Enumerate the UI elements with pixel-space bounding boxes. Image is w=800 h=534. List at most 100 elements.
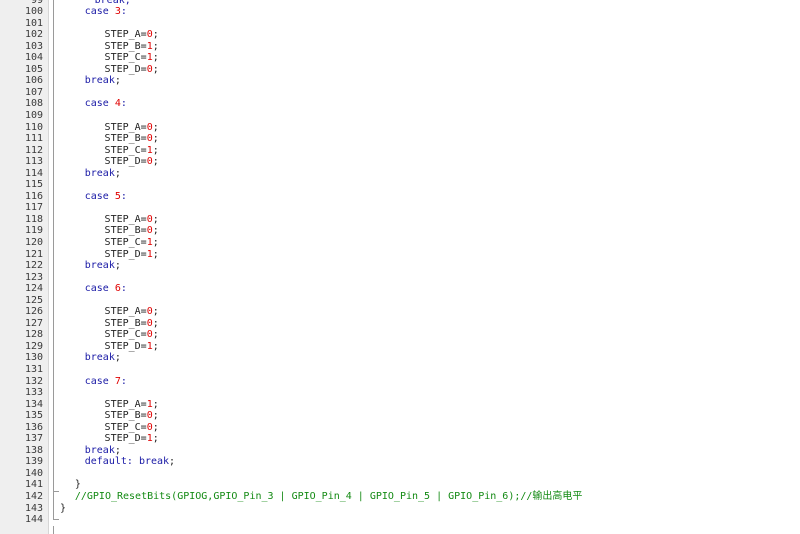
- fold-end-marker: [53, 491, 59, 492]
- code-line[interactable]: 130 break;: [0, 352, 800, 364]
- keyword-token: :: [120, 283, 127, 295]
- code-line[interactable]: 141}: [0, 479, 800, 491]
- code-text: STEP_C=1;: [105, 52, 159, 64]
- code-token: ;: [152, 317, 159, 329]
- code-token: STEP_C=: [104, 329, 147, 341]
- line-number: 116: [24, 190, 43, 202]
- code-line[interactable]: 137 STEP_D=1;: [0, 433, 800, 445]
- code-text: STEP_A=0;: [105, 306, 159, 318]
- fold-guide-line: [53, 0, 54, 520]
- code-text: STEP_C=1;: [105, 237, 159, 249]
- code-line[interactable]: 112 STEP_C=1;: [0, 145, 800, 157]
- code-token: STEP_C=: [104, 421, 147, 433]
- code-text: }: [60, 503, 66, 515]
- code-line[interactable]: 122 break;: [0, 260, 800, 272]
- code-line[interactable]: 129 STEP_D=1;: [0, 341, 800, 353]
- code-token: STEP_A=: [104, 213, 147, 225]
- code-line[interactable]: 120 STEP_C=1;: [0, 237, 800, 249]
- code-token: ;: [152, 133, 159, 145]
- line-number: 109: [24, 109, 43, 121]
- line-number: 111: [24, 133, 43, 145]
- code-line[interactable]: 121 STEP_D=1;: [0, 249, 800, 261]
- code-token: ;: [152, 421, 159, 433]
- keyword-token: break: [84, 444, 115, 456]
- code-line[interactable]: 124 case 6:: [0, 283, 800, 295]
- code-line[interactable]: 142 //GPIO_ResetBits(GPIOG,GPIO_Pin_3 | G…: [0, 491, 800, 503]
- code-editor[interactable]: 99 break; 100 case 3: 101 102 STEP_A=0; 103 STEP…: [0, 0, 800, 534]
- code-line[interactable]: 135 STEP_B=0;: [0, 410, 800, 422]
- code-line[interactable]: 143}: [0, 503, 800, 515]
- code-line[interactable]: 103 STEP_B=1;: [0, 41, 800, 53]
- code-token: STEP_D=: [104, 156, 147, 168]
- code-line[interactable]: 106 break;: [0, 75, 800, 87]
- code-line[interactable]: 136 STEP_C=0;: [0, 422, 800, 434]
- code-token: ;: [114, 444, 121, 456]
- code-text: STEP_C=0;: [105, 329, 159, 341]
- comment-token: //GPIO_ResetBits(GPIOG,GPIO_Pin_3 | GPIO…: [74, 491, 583, 503]
- line-number: 122: [24, 260, 43, 272]
- code-line[interactable]: 100 case 3:: [0, 6, 800, 18]
- line-number: 136: [24, 421, 43, 433]
- line-number: 101: [24, 17, 43, 29]
- code-token: STEP_C=: [104, 52, 147, 64]
- code-line[interactable]: 126 STEP_A=0;: [0, 306, 800, 318]
- code-line[interactable]: 127 STEP_B=0;: [0, 318, 800, 330]
- code-line[interactable]: 138 break;: [0, 445, 800, 457]
- code-line[interactable]: 110 STEP_A=0;: [0, 122, 800, 134]
- keyword-token: case: [84, 375, 115, 387]
- keyword-token: :: [120, 375, 127, 387]
- code-token: STEP_B=: [104, 410, 147, 422]
- code-token: ;: [152, 398, 159, 410]
- code-line[interactable]: 132 case 7:: [0, 376, 800, 388]
- code-line[interactable]: 113 STEP_D=0;: [0, 156, 800, 168]
- code-line[interactable]: 101: [0, 18, 800, 30]
- code-token: ;: [114, 75, 121, 87]
- code-line[interactable]: 118 STEP_A=0;: [0, 214, 800, 226]
- line-number: 131: [24, 364, 43, 375]
- code-text: STEP_A=1;: [105, 399, 159, 411]
- code-line[interactable]: 115: [0, 179, 800, 191]
- code-line[interactable]: 105 STEP_D=0;: [0, 64, 800, 76]
- keyword-token: case: [84, 190, 115, 202]
- code-line[interactable]: 144: [0, 514, 800, 526]
- code-line[interactable]: 109: [0, 110, 800, 122]
- line-number: 144: [24, 514, 43, 526]
- code-text: STEP_B=0;: [105, 410, 159, 422]
- line-number: 110: [24, 121, 43, 133]
- code-line[interactable]: 108 case 4:: [0, 98, 800, 110]
- line-number: 139: [24, 456, 43, 468]
- code-line[interactable]: 134 STEP_A=1;: [0, 399, 800, 411]
- code-line[interactable]: 111 STEP_B=0;: [0, 133, 800, 145]
- code-text: STEP_A=0;: [105, 29, 159, 41]
- code-line[interactable]: 140: [0, 468, 800, 480]
- line-number: 108: [24, 98, 43, 110]
- code-text: case 7:: [85, 376, 127, 388]
- line-number: 113: [24, 156, 43, 168]
- code-line[interactable]: 116 case 5:: [0, 191, 800, 203]
- code-line[interactable]: 107: [0, 87, 800, 99]
- code-line[interactable]: 102 STEP_A=0;: [0, 29, 800, 41]
- code-text: break;: [85, 75, 121, 87]
- code-token: STEP_D=: [104, 340, 147, 352]
- code-text: STEP_A=0;: [105, 214, 159, 226]
- code-line[interactable]: 139 default: break;: [0, 456, 800, 468]
- code-text: break;: [85, 260, 121, 272]
- code-line[interactable]: 133: [0, 387, 800, 399]
- line-number: 121: [24, 248, 43, 260]
- code-line[interactable]: 131: [0, 364, 800, 376]
- code-line[interactable]: 123: [0, 272, 800, 284]
- line-number: 134: [24, 398, 43, 410]
- code-line[interactable]: 114 break;: [0, 168, 800, 180]
- line-number: 114: [24, 167, 43, 179]
- code-token: ;: [114, 352, 121, 364]
- code-line[interactable]: 104 STEP_C=1;: [0, 52, 800, 64]
- code-line[interactable]: 117: [0, 202, 800, 214]
- code-line[interactable]: 119 STEP_B=0;: [0, 225, 800, 237]
- code-token: STEP_B=: [104, 133, 147, 145]
- keyword-token: case: [84, 283, 115, 295]
- code-text: STEP_B=0;: [105, 133, 159, 145]
- code-text: case 3:: [85, 6, 127, 18]
- code-line[interactable]: 125: [0, 295, 800, 307]
- code-line[interactable]: 128 STEP_C=0;: [0, 329, 800, 341]
- line-number: 112: [24, 144, 43, 156]
